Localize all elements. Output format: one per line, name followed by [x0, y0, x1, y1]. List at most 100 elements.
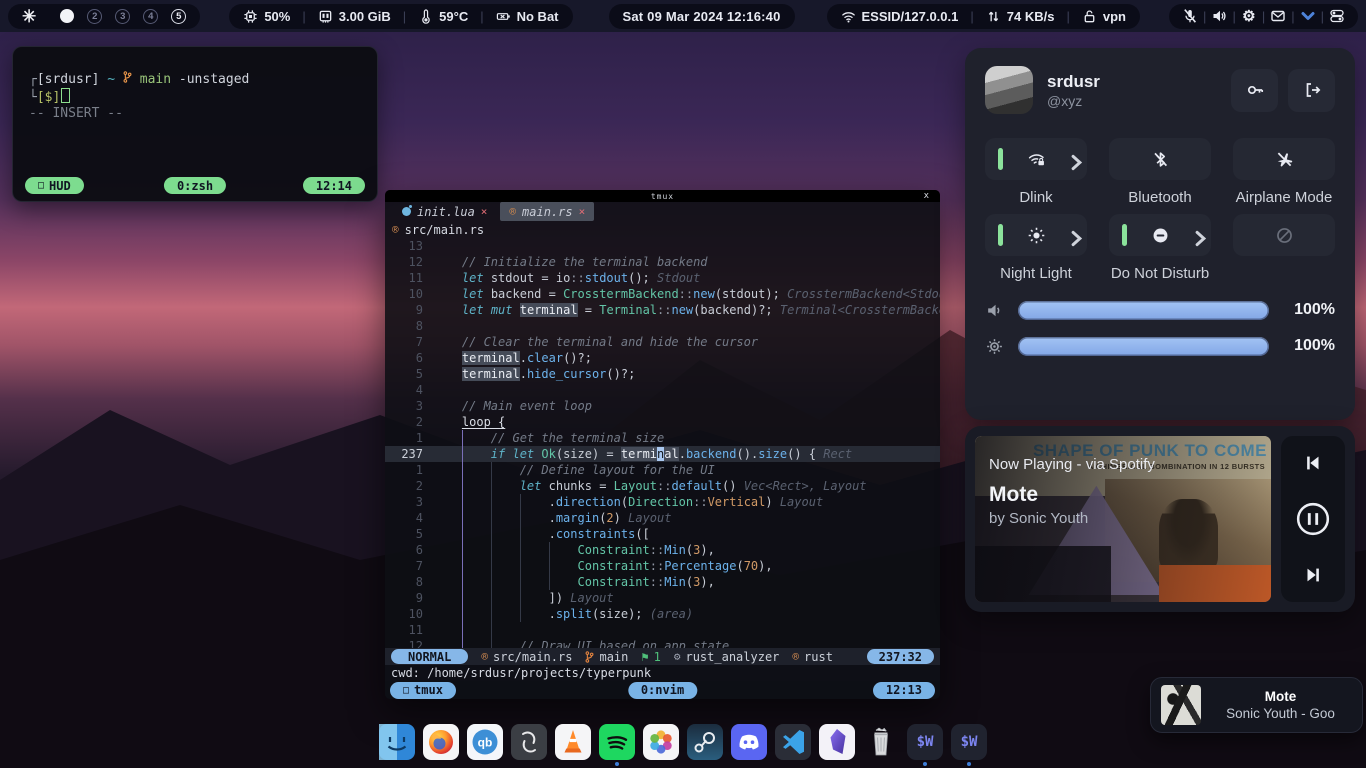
dock-trash[interactable] — [863, 724, 899, 760]
vi-mode-indicator: -- INSERT -- — [29, 106, 123, 121]
line-number: 5 — [385, 526, 433, 542]
code-line: 9 ]) Layout — [385, 590, 940, 606]
workspace-2[interactable]: 2 — [87, 9, 102, 24]
discord-icon — [731, 724, 767, 760]
toggle-night-light[interactable] — [985, 214, 1087, 256]
tab-close-icon[interactable]: × — [481, 205, 488, 218]
sun-icon — [1027, 226, 1046, 245]
dock-vlc[interactable] — [555, 724, 591, 760]
line-number: 12 — [385, 638, 433, 648]
prompt-corner-2: └ — [29, 90, 37, 105]
line-number: 10 — [385, 286, 433, 302]
dock-obsidian[interactable] — [819, 724, 855, 760]
dock-firefox[interactable] — [423, 724, 459, 760]
tmux-window-pill: 0:nvim — [628, 682, 697, 699]
tray-mic-muted[interactable] — [1179, 5, 1201, 27]
line-number: 9 — [385, 590, 433, 606]
level-sliders: 100%100% — [985, 292, 1335, 364]
chevron-right-icon[interactable] — [1067, 153, 1075, 165]
toggle-bluetooth[interactable] — [1109, 138, 1211, 180]
breadcrumb: ® src/main.rs — [385, 221, 940, 238]
lock-icon — [1082, 9, 1097, 24]
speaker-slider[interactable] — [1018, 301, 1269, 320]
active-indicator — [998, 224, 1003, 246]
dock-qbittorrent[interactable]: qb — [467, 724, 503, 760]
tray-chevron-down[interactable] — [1297, 5, 1319, 27]
tray-settings[interactable]: ⚙ — [1238, 5, 1260, 27]
tab-close-icon[interactable]: × — [579, 205, 586, 218]
network-pill[interactable]: ESSID/127.0.0.1|74 KB/s|vpn — [827, 4, 1140, 29]
dock-spotify[interactable] — [599, 724, 635, 760]
previous-icon — [1302, 452, 1324, 474]
clock[interactable]: Sat 09 Mar 2024 12:16:40 — [609, 4, 795, 29]
dock-files[interactable] — [379, 724, 415, 760]
dock-discord[interactable] — [731, 724, 767, 760]
window-close-button[interactable]: x — [924, 190, 930, 202]
brightness-slider-row: 100% — [985, 328, 1335, 364]
line-number: 7 — [385, 334, 433, 350]
line-number: 11 — [385, 622, 433, 638]
dock-steam[interactable] — [687, 724, 723, 760]
running-indicator — [615, 762, 619, 766]
control-center-panel: srdusr @xyz DlinkBluetoothAirplane ModeN… — [965, 48, 1355, 420]
tmux-session-pill: □tmux — [390, 682, 456, 699]
line-number: 2 — [385, 414, 433, 430]
code-line: 11 let stdout = io::stdout(); Stdout — [385, 270, 940, 286]
statusline-lsp: ⚙rust_analyzer — [674, 650, 780, 664]
rust-file-icon: ® — [509, 205, 516, 218]
hud-terminal-window[interactable]: ┌[srdusr] ~ main -unstaged └[$] -- INSER… — [12, 46, 378, 202]
workspace-1[interactable] — [60, 9, 74, 23]
brightness-slider[interactable] — [1018, 337, 1269, 356]
dock-sw-window-2[interactable]: $W — [951, 724, 987, 760]
tray-mail[interactable] — [1267, 5, 1289, 27]
workspace-3[interactable]: 3 — [115, 9, 130, 24]
net-updown: 74 KB/s — [986, 9, 1055, 24]
next-icon — [1302, 564, 1324, 586]
line-number: 237 — [385, 446, 433, 462]
toggle-dlink[interactable] — [985, 138, 1087, 180]
code-line: 10 let backend = CrosstermBackend::new(s… — [385, 286, 940, 302]
chevron-right-icon[interactable] — [1067, 229, 1075, 241]
toggle-airplane-mode[interactable] — [1233, 138, 1335, 180]
code-line: 7 Constraint::Percentage(70), — [385, 558, 940, 574]
brightness-value: 100% — [1283, 337, 1335, 355]
speaker-icon — [985, 301, 1004, 320]
firefox-icon — [423, 724, 459, 760]
dock-obs[interactable] — [511, 724, 547, 760]
dock-sw-window[interactable]: $W — [907, 724, 943, 760]
dock-photos[interactable] — [643, 724, 679, 760]
workspace-4[interactable]: 4 — [143, 9, 158, 24]
chevron-right-icon[interactable] — [1191, 229, 1199, 241]
cwd-line: cwd: /home/srdusr/projects/typerpunk — [385, 665, 940, 681]
dock-vscode[interactable] — [775, 724, 811, 760]
obsidian-icon — [819, 724, 855, 760]
lock-keys-button[interactable] — [1231, 69, 1278, 112]
cursor-position: 237:32 — [867, 649, 934, 664]
code-area[interactable]: 1312 // Initialize the terminal backend1… — [385, 238, 940, 648]
tab-main-rs[interactable]: ® main.rs × — [500, 202, 594, 221]
git-branch-icon — [585, 651, 594, 663]
statusline-filetype: ®rust — [792, 650, 833, 664]
tray-toggles[interactable] — [1326, 5, 1348, 27]
svg-text:qb: qb — [478, 736, 493, 750]
line-number: 12 — [385, 254, 433, 270]
vlc-icon — [555, 724, 591, 760]
logout-button[interactable] — [1288, 69, 1335, 112]
volume-icon — [1211, 8, 1227, 24]
window-button-label: $W — [907, 724, 943, 760]
workspace-5[interactable]: 5 — [171, 9, 186, 24]
line-number: 3 — [385, 398, 433, 414]
previous-track-button[interactable] — [1302, 452, 1324, 474]
workspace-pill: ✳ 2345 — [8, 4, 200, 29]
tray-volume[interactable] — [1208, 5, 1230, 27]
next-track-button[interactable] — [1302, 564, 1324, 586]
stat-ram: 3.00 GiB — [318, 9, 391, 24]
tab-init-lua[interactable]: init.lua × — [393, 202, 496, 221]
hud-terminal-output: ┌[srdusr] ~ main -unstaged └[$] -- INSER… — [13, 47, 377, 122]
toggle-do-not-disturb[interactable] — [1109, 214, 1211, 256]
editor-window[interactable]: tmux x init.lua × ® main.rs × ® src/main… — [385, 190, 940, 699]
pause-button[interactable] — [1295, 501, 1331, 537]
mail-icon — [1270, 8, 1286, 24]
line-number: 7 — [385, 558, 433, 574]
code-line: 7 // Clear the terminal and hide the cur… — [385, 334, 940, 350]
